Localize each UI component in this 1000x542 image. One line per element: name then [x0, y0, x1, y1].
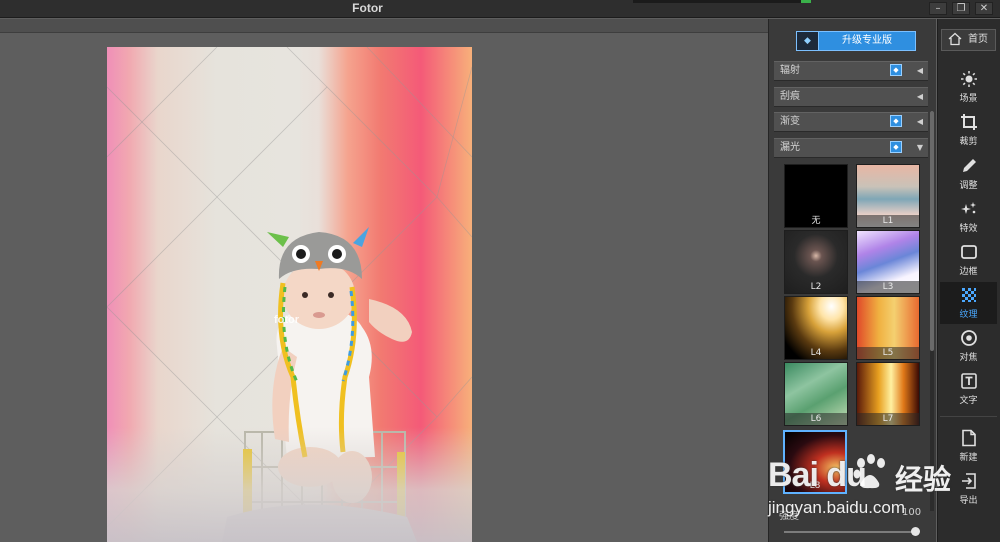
nav-label: 导出	[959, 496, 978, 506]
nav-text[interactable]: 文字	[940, 368, 997, 410]
leak-thumb-none[interactable]: 无	[784, 164, 848, 228]
canvas-toolbar	[0, 19, 768, 33]
section-scratch[interactable]: 刮痕 ◀	[774, 87, 928, 107]
leak-thumb-l6[interactable]: L6	[784, 362, 848, 426]
nav-label: 特效	[959, 224, 978, 234]
frame-icon	[961, 245, 977, 259]
focus-icon	[961, 330, 977, 346]
nav-label: 边框	[959, 267, 978, 277]
section-light-leak[interactable]: 漏光 ◆ ▼	[774, 138, 928, 158]
collapse-arrow-icon: ◀	[916, 66, 923, 75]
nav-effects[interactable]: 特效	[940, 196, 997, 238]
sun-icon	[961, 71, 977, 87]
main-nav: 首页 场景 裁剪 调整 特效 边框 纹理 对焦 文字 新建 导出	[937, 19, 1000, 542]
thumb-label: 无	[811, 216, 821, 226]
section-radial[interactable]: 辐射 ◆ ◀	[774, 61, 928, 81]
intensity-label: 强度	[779, 511, 799, 522]
home-label: 首页	[968, 34, 988, 45]
close-button[interactable]: ✕	[975, 2, 993, 15]
section-label: 漏光	[780, 142, 800, 153]
editor-canvas[interactable]: fotor	[0, 34, 768, 542]
panel-scrollbar-thumb[interactable]	[930, 111, 934, 351]
nav-texture[interactable]: 纹理	[940, 282, 997, 324]
intensity-slider-knob[interactable]	[911, 527, 920, 536]
leak-thumb-l2[interactable]: L2	[784, 230, 848, 294]
sparkle-icon	[961, 202, 976, 214]
nav-focus[interactable]: 对焦	[940, 325, 997, 367]
fotor-watermark: fotor	[274, 314, 300, 326]
title-bar: Fotor – ❐ ✕	[0, 0, 1000, 18]
effects-panel: ◆ 升级专业版 辐射 ◆ ◀ 刮痕 ◀ 渐变 ◆ ◀ 漏光 ◆ ▼ 无 L1 L…	[768, 19, 936, 542]
nav-adjust[interactable]: 调整	[940, 153, 997, 195]
home-icon	[948, 32, 962, 46]
nav-divider	[940, 416, 997, 417]
section-label: 辐射	[780, 65, 800, 76]
nav-label: 纹理	[959, 310, 978, 320]
thumb-label: L7	[857, 413, 919, 425]
nav-label: 场景	[959, 94, 978, 104]
premium-diamond-icon: ◆	[890, 115, 902, 127]
new-file-icon	[962, 429, 976, 447]
window-title: Fotor	[352, 1, 383, 15]
export-icon	[962, 473, 976, 489]
collapse-arrow-icon: ◀	[916, 92, 923, 101]
nav-label: 对焦	[959, 353, 978, 363]
nav-scene[interactable]: 场景	[940, 66, 997, 108]
leak-thumb-l7[interactable]: L7	[856, 362, 920, 426]
top-progress-bar	[633, 0, 811, 3]
nav-label: 文字	[959, 396, 978, 406]
home-button[interactable]: 首页	[941, 29, 996, 51]
thumb-label: L6	[785, 413, 847, 425]
section-gradient[interactable]: 渐变 ◆ ◀	[774, 112, 928, 132]
section-label: 渐变	[780, 116, 800, 127]
nav-label: 调整	[959, 181, 978, 191]
thumb-label: L8	[809, 481, 821, 491]
bottom-haze	[107, 427, 472, 542]
section-label: 刮痕	[780, 91, 800, 102]
intensity-slider-track[interactable]	[784, 531, 914, 533]
leak-thumb-l4[interactable]: L4	[784, 296, 848, 360]
intensity-value: 100	[902, 507, 922, 518]
collapse-arrow-icon: ◀	[916, 117, 923, 126]
thumb-label: L4	[810, 348, 822, 358]
texture-icon	[962, 288, 976, 302]
photo-preview[interactable]: fotor	[107, 47, 472, 542]
fotor-app: Fotor – ❐ ✕ fotor ◆ 升级专业版 辐射 ◆ ◀ 刮痕 ◀ 渐变…	[0, 0, 1000, 542]
panel-scrollbar[interactable]	[930, 111, 934, 511]
restore-button[interactable]: ❐	[952, 2, 970, 15]
leak-thumb-l5[interactable]: L5	[856, 296, 920, 360]
thumb-label: L1	[857, 215, 919, 227]
thumb-label: L2	[810, 282, 822, 292]
pencil-icon	[963, 159, 976, 172]
top-progress-fill	[801, 0, 811, 3]
nav-crop[interactable]: 裁剪	[940, 109, 997, 151]
nav-frame[interactable]: 边框	[940, 239, 997, 281]
minimize-button[interactable]: –	[929, 2, 947, 15]
leak-thumb-l8[interactable]: L8	[783, 430, 847, 494]
nav-new[interactable]: 新建	[940, 425, 997, 467]
leak-thumb-l3[interactable]: L3	[856, 230, 920, 294]
thumb-label: L5	[857, 347, 919, 359]
thumb-label: L3	[857, 281, 919, 293]
text-icon	[961, 373, 977, 389]
nav-export[interactable]: 导出	[940, 468, 997, 510]
nav-label: 新建	[959, 453, 978, 463]
upgrade-pro-button[interactable]: ◆ 升级专业版	[796, 31, 916, 51]
premium-diamond-icon: ◆	[890, 64, 902, 76]
leak-thumb-l1[interactable]: L1	[856, 164, 920, 228]
expand-arrow-icon: ▼	[916, 143, 923, 152]
crop-icon	[961, 114, 977, 130]
diamond-icon: ◆	[797, 32, 819, 50]
premium-diamond-icon: ◆	[890, 141, 902, 153]
upgrade-pro-label: 升级专业版	[842, 35, 892, 46]
nav-label: 裁剪	[959, 137, 978, 147]
